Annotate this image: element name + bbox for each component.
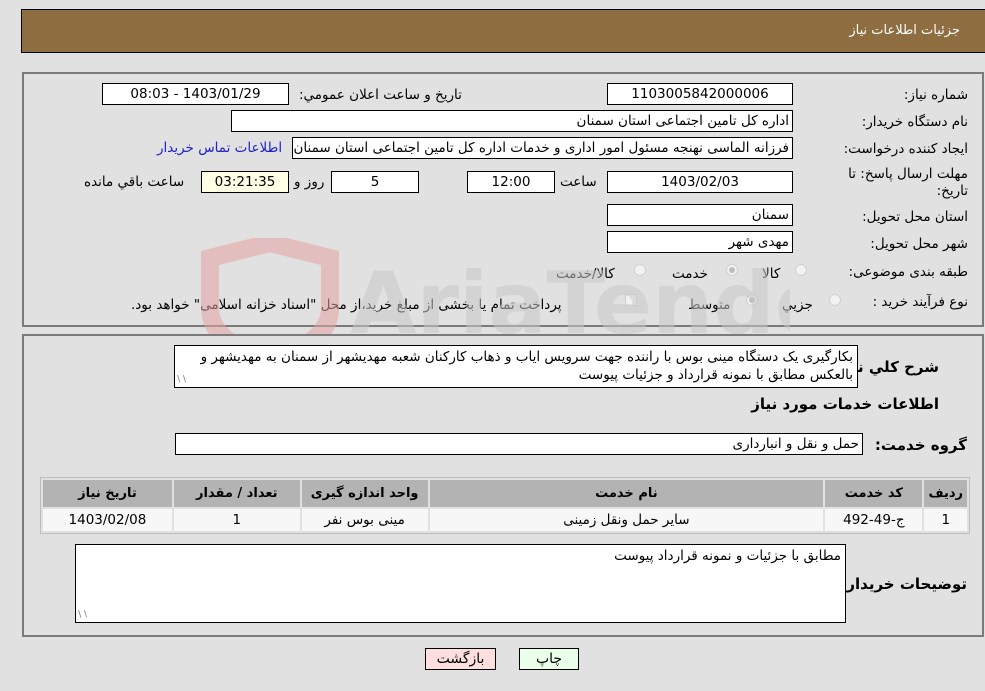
services-heading: اطلاعات خدمات مورد نياز bbox=[751, 395, 939, 413]
need-number-label: شماره نیاز: bbox=[903, 87, 968, 103]
print-button[interactable]: چاپ bbox=[519, 648, 579, 670]
description-textarea[interactable]: بکارگیری یک دستگاه مینی بوس با راننده جه… bbox=[174, 345, 858, 388]
cell-service-name: سایر حمل ونقل زمینی bbox=[429, 509, 824, 531]
buyer-org-label: نام دستگاه خريدار: bbox=[861, 114, 968, 130]
deadline-time-field[interactable]: 12:00 bbox=[467, 171, 555, 193]
col-header-need-date: تاریخ نیاز bbox=[43, 480, 172, 507]
back-button[interactable]: بازگشت bbox=[425, 648, 496, 670]
col-header-service-name: نام خدمت bbox=[429, 480, 824, 507]
cell-service-code: ج-49-492 bbox=[825, 509, 923, 531]
buyer-notes-text: مطابق با جزئیات و نمونه قرارداد پیوست bbox=[614, 548, 841, 564]
description-text: بکارگیری یک دستگاه مینی بوس با راننده جه… bbox=[200, 349, 853, 383]
announce-datetime-field[interactable]: 1403/01/29 - 08:03 bbox=[102, 83, 289, 105]
remaining-label: ساعت باقي مانده bbox=[84, 174, 185, 190]
category-goods-service-label: کالا/خدمت bbox=[556, 266, 615, 282]
purchase-type-minor-radio[interactable] bbox=[829, 294, 841, 306]
table-row: 1 ج-49-492 سایر حمل ونقل زمینی مینی بوس … bbox=[43, 509, 967, 531]
col-header-quantity: تعداد / مقدار bbox=[173, 480, 300, 507]
buyer-contact-link[interactable]: اطلاعات تماس خریدار bbox=[157, 140, 282, 156]
category-goods-service-radio[interactable] bbox=[634, 264, 646, 276]
resize-grip-icon[interactable]: ∖∖ bbox=[176, 376, 187, 385]
deadline-label-line2: تاریخ: bbox=[936, 183, 968, 199]
col-header-unit: واحد اندازه گیری bbox=[301, 480, 428, 507]
purchase-type-medium-label: متوسط bbox=[688, 297, 731, 313]
purchase-type-minor-label: جزيي bbox=[782, 297, 813, 313]
category-label: طبقه بندی موضوعی: bbox=[848, 264, 968, 280]
purchase-type-label: نوع فرآیند خرید : bbox=[872, 294, 968, 310]
treasury-bonds-label: پرداخت تمام یا بخشی از مبلغ خرید،از محل … bbox=[131, 297, 562, 313]
days-label: روز و bbox=[294, 174, 325, 190]
category-goods-label: کالا bbox=[762, 266, 781, 282]
category-goods-radio[interactable] bbox=[795, 264, 807, 276]
category-service-label: خدمت bbox=[672, 266, 708, 282]
need-number-field[interactable]: 1103005842000006 bbox=[607, 83, 793, 105]
cell-quantity: 1 bbox=[173, 509, 300, 531]
cell-row-no: 1 bbox=[924, 509, 967, 531]
col-header-service-code: کد خدمت bbox=[825, 480, 923, 507]
service-group-label: گروه خدمت: bbox=[874, 436, 967, 454]
buyer-notes-textarea[interactable]: مطابق با جزئیات و نمونه قرارداد پیوست ∖∖ bbox=[75, 544, 846, 623]
col-header-row-no: ردیف bbox=[924, 480, 967, 507]
cell-unit: مینی بوس نفر bbox=[301, 509, 428, 531]
page-header: جزئیات اطلاعات نیاز bbox=[21, 9, 985, 53]
requester-label: ایجاد کننده درخواست: bbox=[843, 141, 968, 157]
delivery-city-label: شهر محل تحویل: bbox=[870, 236, 968, 252]
announce-datetime-label: تاریخ و ساعت اعلان عمومي: bbox=[299, 87, 462, 103]
treasury-bonds-checkbox[interactable] bbox=[625, 294, 637, 306]
category-service-radio[interactable] bbox=[726, 264, 738, 276]
service-group-field[interactable]: حمل و نقل و انبارداری bbox=[175, 433, 863, 455]
remaining-time-field: 03:21:35 bbox=[201, 171, 289, 193]
cell-need-date: 1403/02/08 bbox=[43, 509, 172, 531]
delivery-city-field[interactable]: مهدی شهر bbox=[607, 231, 793, 253]
services-table: ردیف کد خدمت نام خدمت واحد اندازه گیری ت… bbox=[40, 477, 970, 534]
purchase-type-medium-radio[interactable] bbox=[746, 294, 758, 306]
deadline-date-field[interactable]: 1403/02/03 bbox=[607, 171, 793, 193]
requester-field[interactable]: فرزانه الماسی نهنجه مسئول امور اداری و خ… bbox=[292, 137, 793, 159]
buyer-org-field[interactable]: اداره کل تامین اجتماعی استان سمنان bbox=[231, 110, 793, 132]
deadline-time-label: ساعت bbox=[560, 174, 597, 190]
delivery-province-field[interactable]: سمنان bbox=[607, 204, 793, 226]
page-title: جزئیات اطلاعات نیاز bbox=[849, 23, 960, 38]
delivery-province-label: استان محل تحویل: bbox=[862, 209, 968, 225]
table-header-row: ردیف کد خدمت نام خدمت واحد اندازه گیری ت… bbox=[43, 480, 967, 507]
deadline-label-line1: مهلت ارسال پاسخ: تا bbox=[848, 166, 968, 182]
buyer-notes-label: توضیحات خریدار: bbox=[840, 575, 967, 593]
remaining-days-field[interactable]: 5 bbox=[331, 171, 419, 193]
resize-grip-icon[interactable]: ∖∖ bbox=[77, 611, 88, 620]
